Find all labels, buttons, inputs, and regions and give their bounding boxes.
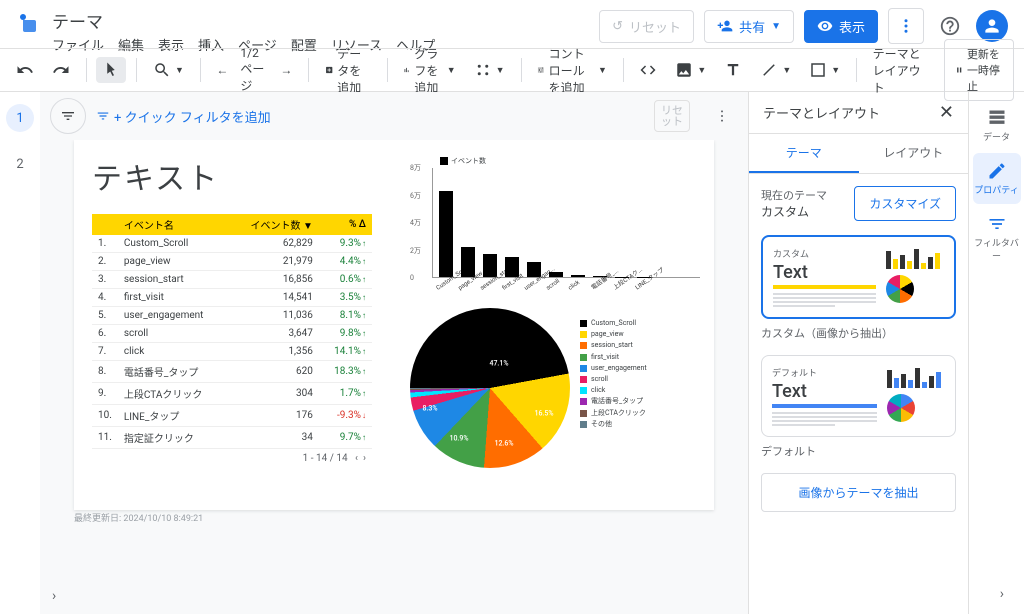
more-vert-icon — [714, 108, 730, 124]
community-viz-button[interactable]: ▼ — [468, 57, 511, 83]
table-pager[interactable]: 1 - 14 / 14 ‹ › — [92, 449, 372, 468]
filter-icon — [60, 108, 76, 124]
timestamp: 最終更新日: 2024/10/10 8:49:21 — [74, 511, 203, 524]
more-button[interactable] — [888, 8, 924, 44]
text-button[interactable] — [718, 57, 748, 83]
zoom-tool[interactable]: ▼ — [147, 57, 190, 83]
line-button[interactable]: ▼ — [754, 57, 797, 83]
page-thumb-1[interactable]: 1 — [6, 104, 34, 132]
bar-legend: イベント数 — [440, 156, 486, 166]
pause-icon — [955, 61, 963, 79]
view-button[interactable]: 表示 — [804, 10, 878, 43]
shape-button[interactable]: ▼ — [803, 57, 846, 83]
theme-card-0[interactable]: カスタムText — [761, 235, 956, 319]
table-icon — [987, 108, 1007, 128]
panel-tab-0[interactable]: テーマ — [749, 134, 859, 173]
filter-list-icon — [96, 109, 110, 123]
undo-button[interactable] — [10, 57, 40, 83]
image-button[interactable]: ▼ — [669, 57, 712, 83]
side-properties[interactable]: プロパティ — [973, 153, 1021, 204]
table-row[interactable]: 10.LINE_タップ176-9.3%↓ — [92, 405, 372, 427]
page-thumb-2[interactable]: 2 — [6, 150, 34, 178]
table-row[interactable]: 8.電話番号_タップ62018.3%↑ — [92, 361, 372, 383]
select-tool[interactable] — [96, 57, 126, 83]
add-control-button[interactable]: コントロールを追加▼ — [531, 41, 613, 100]
extract-theme-button[interactable]: 画像からテーマを抽出 — [761, 473, 956, 512]
current-theme-label: 現在のテーマ — [761, 187, 827, 203]
doc-title[interactable]: テーマ — [52, 8, 599, 33]
theme-name-1: デフォルト — [761, 443, 956, 459]
table-row[interactable]: 9.上段CTAクリック3041.7%↑ — [92, 383, 372, 405]
avatar[interactable] — [976, 10, 1008, 42]
help-icon — [939, 15, 961, 37]
app-logo-icon — [16, 10, 40, 34]
bar-chart[interactable]: イベント数 Custom_Sc...page_viewsession_sta..… — [404, 156, 704, 296]
current-theme-name: カスタム — [761, 203, 827, 220]
table-row[interactable]: 2.page_view21,9794.4%↑ — [92, 253, 372, 271]
person-add-icon — [717, 18, 733, 34]
table-row[interactable]: 6.scroll3,6479.8%↑ — [92, 325, 372, 343]
table-row[interactable]: 7.click1,35614.1%↑ — [92, 343, 372, 361]
side-filter[interactable]: フィルタバー — [973, 206, 1021, 270]
page-indicator: 1/2 ページ — [240, 46, 268, 94]
embed-button[interactable] — [633, 57, 663, 83]
canvas-prev[interactable]: › — [52, 588, 56, 604]
page-prev[interactable]: ← — [210, 59, 234, 81]
help-button[interactable] — [934, 10, 966, 42]
table-row[interactable]: 4.first_visit14,5413.5%↑ — [92, 289, 372, 307]
share-button[interactable]: 共有▼ — [704, 10, 794, 43]
report-canvas[interactable]: テキスト イベント名イベント数 ▼% Δ 1.Custom_Scroll62,8… — [74, 140, 714, 510]
side-data[interactable]: データ — [973, 100, 1021, 151]
table-row[interactable]: 11.指定証クリック349.7%↑ — [92, 427, 372, 449]
side-collapse[interactable]: › — [1000, 586, 1004, 602]
side-rail: データ プロパティ フィルタバー › — [968, 92, 1024, 614]
eye-icon — [817, 18, 833, 34]
page-rail: 1 2 — [0, 92, 40, 614]
panel-close[interactable]: ✕ — [939, 102, 954, 123]
reset-vert-button[interactable]: リセット — [654, 100, 690, 132]
page-next[interactable]: → — [274, 59, 298, 81]
add-data-button[interactable]: データを追加 — [319, 41, 377, 100]
theme-card-1[interactable]: デフォルトText — [761, 355, 956, 437]
edit-icon — [987, 161, 1007, 181]
filter-icon-button[interactable] — [50, 98, 86, 134]
theme-name-0: カスタム（画像から抽出） — [761, 325, 956, 341]
reset-button[interactable]: ↺リセット — [599, 10, 694, 43]
pie-legend: Custom_Scrollpage_viewsession_startfirst… — [580, 318, 647, 488]
canvas-toolbar: + クイック フィルタを追加 リセット — [40, 92, 748, 140]
table-row[interactable]: 1.Custom_Scroll62,8299.3%↑ — [92, 235, 372, 253]
table-row[interactable]: 5.user_engagement11,0368.1%↑ — [92, 307, 372, 325]
theme-panel: テーマとレイアウト ✕ テーマレイアウト 現在のテーマ カスタム カスタマイズ … — [748, 92, 968, 614]
theme-layout-button[interactable]: テーマとレイアウト — [867, 41, 932, 100]
more-vert-icon — [897, 17, 915, 35]
table-row[interactable]: 3.session_start16,8560.6%↑ — [92, 271, 372, 289]
event-table[interactable]: イベント名イベント数 ▼% Δ 1.Custom_Scroll62,8299.3… — [92, 214, 372, 449]
person-icon — [982, 16, 1002, 36]
panel-tab-1[interactable]: レイアウト — [859, 134, 969, 173]
quick-filter-button[interactable]: + クイック フィルタを追加 — [96, 107, 271, 126]
pie-chart[interactable]: 47.1%16.5%12.6%10.9%8.3% Custom_Scrollpa… — [410, 308, 710, 488]
customize-button[interactable]: カスタマイズ — [854, 186, 956, 221]
add-chart-button[interactable]: グラフを追加▼ — [397, 41, 461, 100]
canvas-more[interactable] — [706, 100, 738, 132]
panel-title: テーマとレイアウト — [763, 103, 880, 122]
redo-button[interactable] — [46, 57, 76, 83]
funnel-icon — [987, 214, 1007, 234]
toolbar: ▼ ← 1/2 ページ → データを追加 グラフを追加▼ ▼ コントロールを追加… — [0, 48, 1024, 92]
